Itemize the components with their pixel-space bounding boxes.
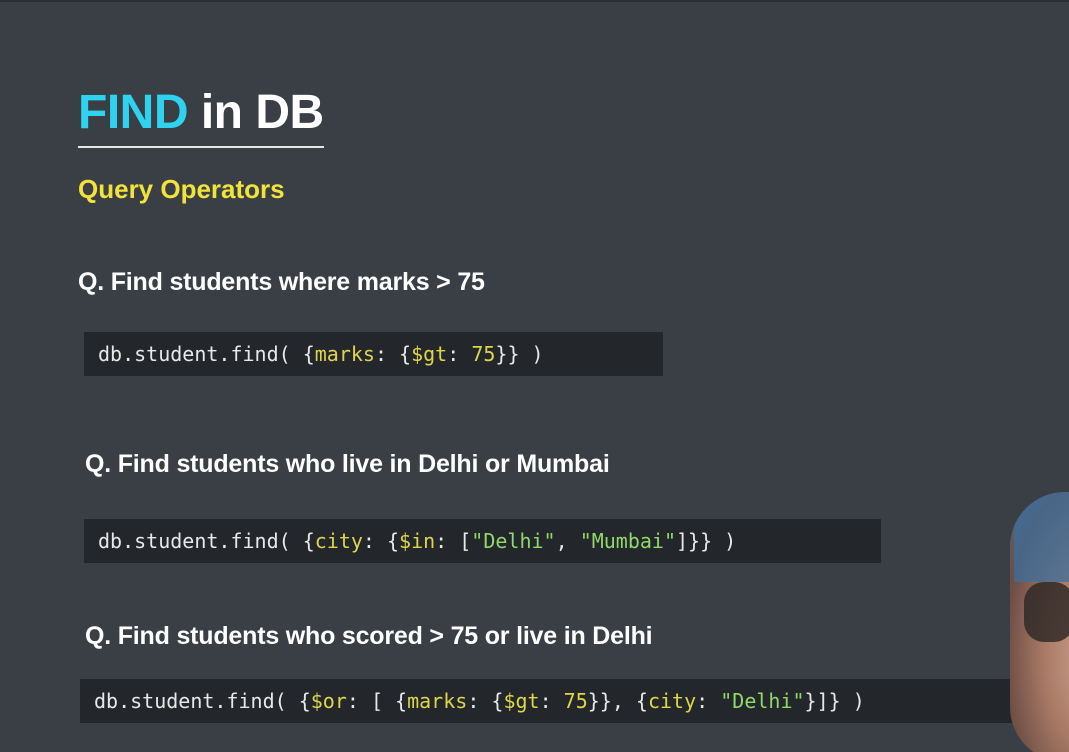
code-token-str: "Mumbai" [579,529,677,553]
code-token-key: marks [407,689,468,713]
presenter-webcam-overlay [1010,492,1069,752]
code-token-plain: , [555,529,580,553]
code-token-plain: db.student.find( { [94,689,311,713]
question-1: Q. Find students where marks > 75 [78,268,485,296]
code-token-plain: : [447,342,472,366]
code-token-plain: : [696,689,721,713]
code-token-key: $gt [503,689,540,713]
code-token-plain: }}, { [587,689,648,713]
code-token-key: marks [314,342,375,366]
code-token-plain: : { [374,342,412,366]
code-token-key: $gt [411,342,448,366]
code-token-plain: ]}} ) [676,529,737,553]
slide: FIND in DB Query Operators Q. Find stude… [0,0,1069,752]
code-block-3: db.student.find( {$or: [ {marks: {$gt: 7… [80,679,1030,723]
code-token-key: city [314,529,363,553]
slide-title: FIND in DB [78,86,324,148]
slide-subtitle: Query Operators [78,174,285,204]
code-token-plain: : { [467,689,504,713]
code-token-plain: : { [362,529,400,553]
code-block-1: db.student.find( {marks: {$gt: 75}} ) [84,332,663,376]
title-keyword: FIND [78,86,188,139]
title-rest: in DB [187,86,324,139]
code-token-key: 75 [471,342,496,366]
code-token-key: city [647,689,697,713]
code-token-key: $or [310,689,347,713]
code-token-plain: : [ [435,529,472,553]
code-token-str: "Delhi" [720,689,805,713]
code-token-str: "Delhi" [471,529,556,553]
question-3: Q. Find students who scored > 75 or live… [85,622,653,650]
question-2: Q. Find students who live in Delhi or Mu… [85,450,610,478]
code-token-plain: : [539,689,564,713]
code-token-plain: db.student.find( { [98,342,315,366]
code-token-plain: }]} ) [804,689,865,713]
code-token-plain: db.student.find( { [98,529,315,553]
code-block-2: db.student.find( {city: {$in: ["Delhi", … [84,519,881,563]
code-token-plain: : [ { [346,689,408,713]
code-token-plain: }} ) [495,342,544,366]
code-token-key: $in [399,529,436,553]
code-token-key: 75 [563,689,588,713]
